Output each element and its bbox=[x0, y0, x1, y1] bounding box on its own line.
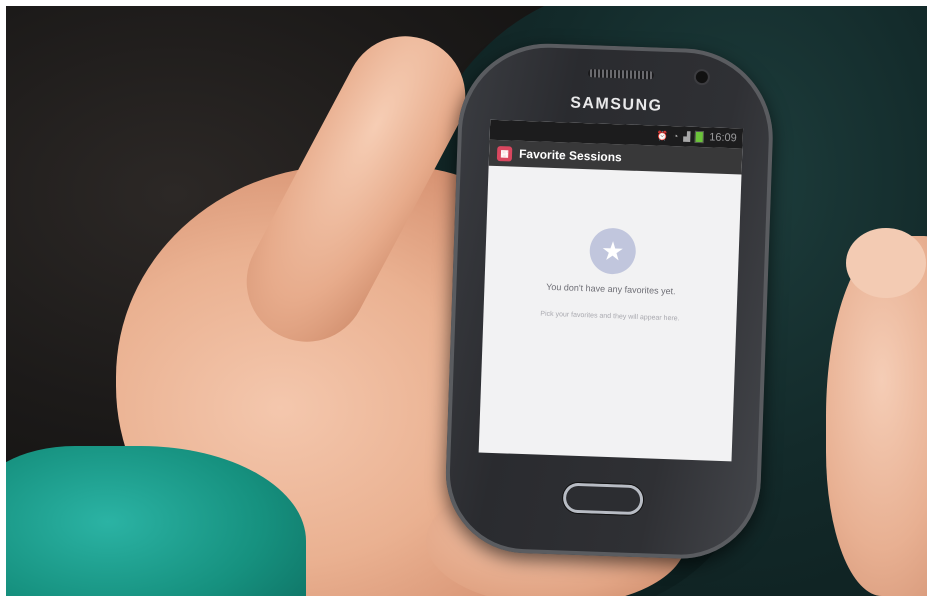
signal-icon: ▟ bbox=[683, 130, 691, 142]
empty-state-title: You don't have any favorites yet. bbox=[546, 281, 676, 297]
wifi-icon: ◔ bbox=[672, 131, 679, 142]
empty-state: ★ You don't have any favorites yet. Pick… bbox=[479, 176, 742, 462]
smartphone: SAMSUNG ⏰ ◔ ▟ 16:09 ▦ Favorite Sessions … bbox=[443, 40, 776, 562]
battery-icon bbox=[695, 130, 705, 144]
alarm-icon: ⏰ bbox=[656, 130, 669, 141]
finger-tip bbox=[846, 228, 926, 298]
phone-brand-logo: SAMSUNG bbox=[569, 94, 663, 115]
star-icon: ★ bbox=[588, 227, 637, 275]
status-time: 16:09 bbox=[709, 131, 737, 145]
screen-title: Favorite Sessions bbox=[518, 146, 622, 165]
photo-scene: SAMSUNG ⏰ ◔ ▟ 16:09 ▦ Favorite Sessions … bbox=[6, 6, 927, 596]
phone-screen[interactable]: ⏰ ◔ ▟ 16:09 ▦ Favorite Sessions ★ You do… bbox=[478, 119, 744, 462]
earpiece-speaker bbox=[587, 69, 655, 80]
home-button[interactable] bbox=[562, 482, 644, 516]
front-camera-icon bbox=[695, 70, 709, 84]
calendar-icon[interactable]: ▦ bbox=[496, 145, 513, 162]
empty-state-subtitle: Pick your favorites and they will appear… bbox=[540, 310, 680, 323]
